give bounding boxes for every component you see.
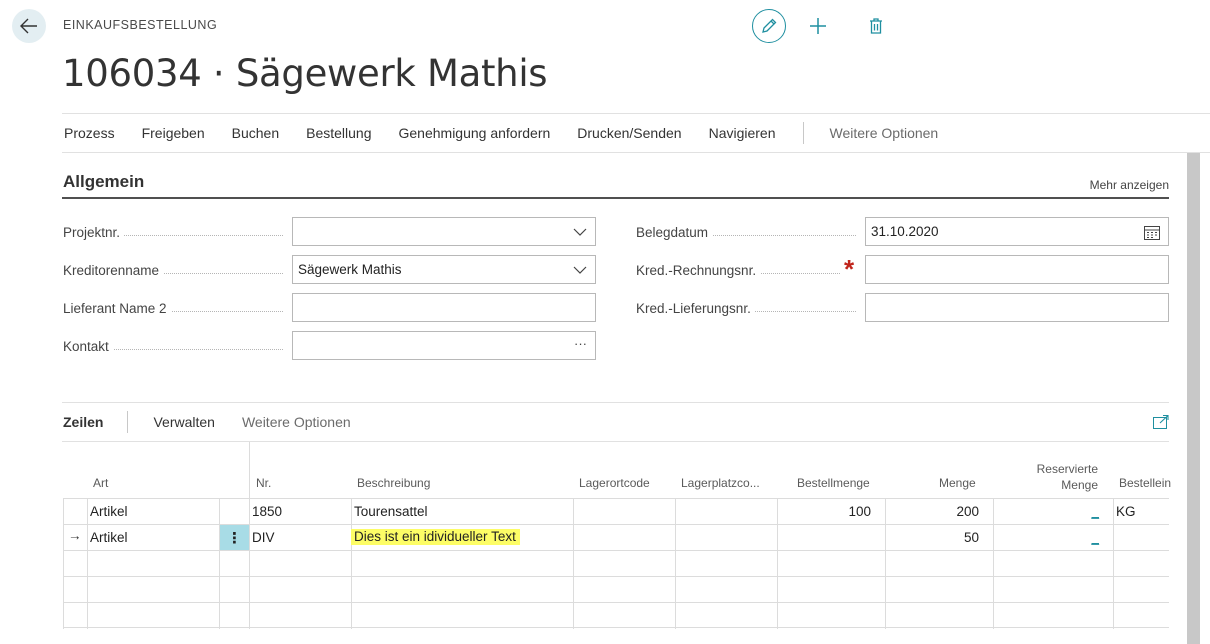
belegdatum-value: 31.10.2020 [871,224,939,239]
required-indicator: * [844,254,855,284]
label-kred-lieferungsnr: Kred.-Lieferungsnr. [636,301,856,316]
cell-beschreibung[interactable]: Tourensattel [354,504,428,519]
lines-action-weitere-optionen[interactable]: Weitere Optionen [242,414,351,430]
belegdatum-input[interactable]: 31.10.2020 [865,217,1169,246]
kred-lieferungsnr-input[interactable] [865,293,1169,322]
calendar-icon[interactable] [1144,225,1160,240]
lines-title[interactable]: Zeilen [63,414,103,430]
lines-separator [127,411,129,433]
label-kreditorenname: Kreditorenname [63,263,283,278]
lieferant-name-2-input[interactable] [292,293,596,322]
section-divider [62,197,1169,199]
row-menu-button[interactable]: ⋮ [220,525,249,550]
col-header-lagerplatzcode[interactable]: Lagerplatzco... [681,476,760,490]
expand-icon[interactable] [1153,415,1169,429]
action-weitere-optionen[interactable]: Weitere Optionen [830,125,939,141]
chevron-down-icon [573,228,587,236]
empty-row[interactable] [63,576,1169,602]
col-header-beschreibung[interactable]: Beschreibung [357,476,430,490]
cell-reserviert-link[interactable]: _ [1003,504,1099,519]
col-header-reserviert-line2[interactable]: Menge [1023,478,1098,492]
empty-row[interactable] [63,602,1169,628]
cell-art[interactable]: Artikel [90,530,128,545]
cell-nr[interactable]: 1850 [252,504,282,519]
col-header-bestellmenge[interactable]: Bestellmenge [797,476,870,490]
delete-button[interactable] [867,9,885,43]
vertical-scrollbar[interactable] [1187,153,1200,644]
table-row[interactable]: Artikel 1850 Tourensattel 100 200 _ KG [63,498,1169,524]
cell-nr[interactable]: DIV [252,530,275,545]
page-title: 106034 · Sägewerk Mathis [62,52,548,95]
projektnr-select[interactable] [292,217,596,246]
section-title-allgemein[interactable]: Allgemein [63,172,144,192]
back-button[interactable] [12,9,46,43]
action-genehmigung-anfordern[interactable]: Genehmigung anfordern [399,125,551,141]
arrow-left-icon [20,18,37,34]
kreditorenname-select[interactable]: Sägewerk Mathis [292,255,596,284]
label-kred-rechnungsnr: Kred.-Rechnungsnr. [636,263,840,278]
action-freigeben[interactable]: Freigeben [142,125,205,141]
action-prozess[interactable]: Prozess [64,125,115,141]
page-type-caption: EINKAUFSBESTELLUNG [63,18,218,32]
empty-row[interactable] [63,550,1169,576]
label-projektnr: Projektnr. [63,225,283,240]
col-header-menge[interactable]: Menge [939,476,976,490]
cell-einheit[interactable]: KG [1116,504,1136,519]
trash-icon [870,18,882,34]
cell-menge[interactable]: 200 [887,504,979,519]
action-separator [802,122,804,144]
pencil-icon [762,18,777,33]
chevron-down-icon [573,266,587,274]
action-buchen[interactable]: Buchen [232,125,279,141]
action-bar: Prozess Freigeben Buchen Bestellung Gene… [62,113,1210,153]
cell-bestellmenge[interactable]: 100 [779,504,871,519]
action-navigieren[interactable]: Navigieren [709,125,776,141]
col-header-bestelleinheit[interactable]: Bestellein [1119,476,1171,490]
lines-action-verwalten[interactable]: Verwalten [153,414,214,430]
lines-action-bar: Zeilen Verwalten Weitere Optionen [62,402,1169,442]
edit-button[interactable] [752,9,786,43]
assist-edit-button[interactable]: ··· [574,336,587,351]
label-belegdatum: Belegdatum [636,225,856,240]
more-vertical-icon: ⋮ [227,529,242,547]
kreditorenname-value: Sägewerk Mathis [298,262,402,277]
plus-icon [810,18,826,34]
header-actions [752,9,885,43]
action-drucken-senden[interactable]: Drucken/Senden [577,125,681,141]
col-header-nr[interactable]: Nr. [256,476,271,490]
new-button[interactable] [809,9,827,43]
cell-reserviert-link[interactable]: _ [1003,530,1099,545]
col-header-art[interactable]: Art [93,476,108,490]
label-kontakt: Kontakt [63,339,283,354]
action-bestellung[interactable]: Bestellung [306,125,371,141]
kred-rechnungsnr-input[interactable] [865,255,1169,284]
label-lieferant-name-2: Lieferant Name 2 [63,301,283,316]
col-header-reserviert-line1[interactable]: Reservierte [1023,462,1098,476]
cell-menge[interactable]: 50 [887,530,979,545]
show-more-link[interactable]: Mehr anzeigen [1090,178,1169,192]
table-row-active[interactable]: → Artikel ⋮ DIV Dies ist ein idividuelle… [63,524,1169,550]
cell-beschreibung-highlighted[interactable]: Dies ist ein idividueller Text [351,529,520,545]
row-arrow-icon: → [68,528,82,543]
col-header-lagerortcode[interactable]: Lagerortcode [579,476,650,490]
cell-art[interactable]: Artikel [90,504,128,519]
kontakt-input[interactable]: ··· [292,331,596,360]
